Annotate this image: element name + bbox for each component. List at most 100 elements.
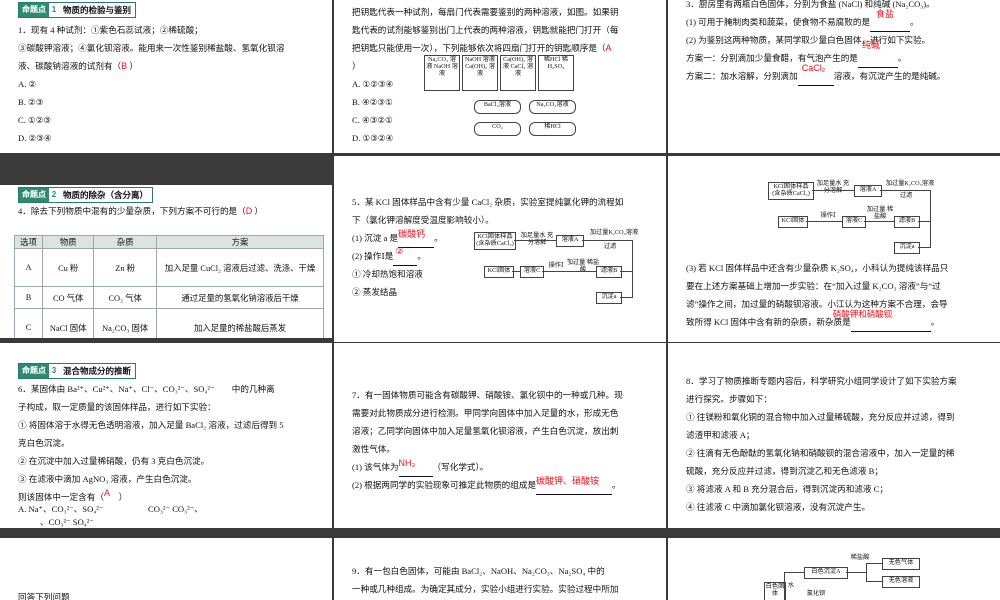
question-text: 液、碳酸钠溶液的试剂有（B ） [18, 61, 138, 71]
flow-arrow [866, 563, 882, 564]
flow-white-solid: 白色固体 [764, 582, 786, 600]
question-text: 致所得 KCl 固体中含有新的杂质，新杂质是 硝酸钾和硝酸钡 。 [686, 309, 939, 332]
flow-sol-b: 滤液B [894, 216, 920, 228]
option: D. ②③④ [18, 133, 52, 143]
key-3: CO₂ [474, 122, 521, 136]
flow-label: 操作Ⅰ [544, 262, 568, 270]
flow-sol-a: 溶液A [854, 185, 882, 197]
flow-sol-c: 溶液C [842, 216, 866, 228]
slide-11: 9．有一包白色固体，可能由 BaCl₂、NaOH、Na₂CO₃、Na₂SO₄ 中… [334, 538, 666, 600]
flow-arrow [918, 221, 930, 222]
option: A. ② [18, 79, 37, 89]
question-text: 激性气体。 [352, 444, 395, 454]
option: ② 蒸发结晶 [352, 287, 398, 297]
question-text: 3．厨房里有两瓶白色固体，分别为食盐 (NaCl) 和纯碱 (Na₂CO₃)。 [686, 0, 935, 9]
question-text: 溶液；乙同学向固体中加入足量氢氧化钡溶液，产生白色沉淀，放出刺 [352, 426, 619, 436]
flow-gas: 无色气体 [882, 558, 920, 570]
question-text: 方案一：分别滴加少量食醋，有气泡产生的是 纯碱 。 [686, 40, 907, 68]
question-text: 7．有一固体物质可能含有碳酸钾、硝酸铵、氯化钡中的一种或几种。现 [352, 390, 623, 400]
option-table: 选项 物质 杂质 方案 A Cu 粉 Zn 粉加入足量 CuCl₂ 溶液后过滤、洗涤、干燥… [13, 235, 324, 338]
topic-tag: 命题点 3 混合物成分的推断 [18, 363, 137, 379]
question-text: 9．有一包白色固体，可能由 BaCl₂、NaOH、Na₂CO₃、Na₂SO₄ 中… [352, 566, 605, 576]
key-1: BaCl₂溶液 [474, 100, 521, 114]
flow-label: 操作Ⅰ [816, 212, 840, 220]
slide-8: 7．有一固体物质可能含有碳酸钾、硝酸铵、氯化钡中的一种或几种。现 需要对此物质成… [334, 343, 666, 528]
flow-arrow [806, 221, 842, 222]
flow-precip: 沉淀a [596, 292, 622, 304]
flow-kcl: KCl固体 [778, 216, 808, 228]
topic-tag: 命题点 2 物质的除杂（含分离） [18, 187, 154, 203]
slide-12: 白色固体 水 白色沉淀A 稀盐酸 无色气体 无色溶液 氯化钡 [668, 538, 1000, 600]
slide-9: 8．学习了物质推断专题内容后，科学研究小组同学设计了如下实验方案 进行探究。步骤… [668, 343, 1000, 528]
answer: ② [395, 246, 404, 256]
question-text: 需要对此物质成分进行检测。甲同学向固体中加入足量的水，形成无色 [352, 408, 619, 418]
door-1: Na₂CO₃ 溶液 NaOH 溶液 [424, 55, 460, 91]
question-text: 克白色沉淀。 [18, 438, 70, 448]
flow-label: 加过量 稀盐酸 [864, 206, 896, 220]
question-text: 8．学习了物质推断专题内容后，科学研究小组同学设计了如下实验方案 [686, 376, 957, 386]
answer: 碳酸钙 [398, 229, 426, 239]
slide-7: 命题点 3 混合物成分的推断 6．某固体由 Ba²⁺、Cu²⁺、Na⁺、Cl⁻、CO… [0, 343, 332, 528]
answer: CaCl₂ [801, 63, 826, 73]
flow-label: 水 [786, 582, 796, 592]
question-text: 硫酸，充分反应并过滤，得到沉淀乙和无色滤液 B； [686, 466, 883, 476]
option: D. ①③②④ [352, 133, 394, 143]
option: C. ①②③ [18, 115, 52, 125]
question-text: 4．除去下列物质中混有的少量杂质，下列方案不可行的是（D ） [18, 206, 264, 216]
answer: 碳酸钾、硝酸铵 [536, 476, 600, 486]
answer: 硝酸钾和硝酸钡 [832, 309, 893, 319]
flow-label: 加足量水 充分溶解 [814, 180, 852, 194]
question-text: 滤”操作之间，加过量的硝酸钡溶液。小江认为这种方案不合理，会导 [686, 299, 948, 309]
flow-arrow [620, 297, 632, 298]
question-text: 6．某固体由 Ba²⁺、Cu²⁺、Na⁺、Cl⁻、CO₃²⁻、SO₄²⁻ 中的几… [18, 384, 275, 394]
slide-5: 5．某 KCl 固体样品中含有少量 CaCl₂ 杂质，实验室提纯氯化钾的流程如 … [334, 156, 666, 342]
flow-arrow [784, 572, 804, 573]
flow-arrow [542, 271, 596, 272]
option: 、CO₃²⁻ SO₄²⁻ [40, 517, 94, 527]
flow-arrow [864, 221, 894, 222]
flow-arrow [512, 271, 520, 272]
question-text: ① 往镁粉和氧化铜的混合物中加入过量稀硫酸，充分反应并过滤，得到 [686, 412, 955, 422]
question-text: (1) 该气体为 NH₃ （写化学式）。 [352, 458, 488, 477]
door-3: Ca(OH)₂ 溶液 CaCl₂ 溶液 [500, 55, 536, 91]
question-text: 要在上述方案基础上增加一步实验：在“加入过量 K₂CO₃ 溶液”与“过 [686, 281, 941, 291]
question-text: 子构成，取一定质量的该固体样品，进行如下实验： [18, 402, 216, 412]
question-text: 匙代表的试剂能够鉴别出门上代表的两种溶液，钥匙就能把门打开（每 [352, 25, 619, 35]
answer: A [103, 488, 110, 498]
flow-arrow [632, 240, 633, 298]
question-text: ② 在沉淀中加入过量稀硝酸，仍有 3 克白色沉淀。 [18, 456, 210, 466]
question-text: ② 往滴有无色酚酞的氢氧化钠和硝酸钡的混合溶液中，加入一定量的稀 [686, 448, 955, 458]
option: B. ②③ [18, 97, 44, 107]
flow-precip-a: 白色沉淀A [804, 567, 848, 579]
question-text: (2) 根据两同学的实验现象可推定此物质的组成是 碳酸钾、硝酸铵 。 [352, 476, 621, 495]
flow-precip: 沉淀a [894, 242, 920, 254]
flow-arrow [930, 190, 931, 248]
answer: B [121, 61, 128, 71]
flow-arrow [784, 572, 785, 600]
answer: A [605, 43, 612, 53]
question-text: ① 将固体溶于水得无色透明溶液，加入足量 BaCl₂ 溶液，过滤后得到 5 [18, 420, 284, 430]
flow-label: 过滤 [892, 192, 920, 200]
key-4: 稀HCl [529, 122, 576, 136]
flow-arrow [846, 572, 866, 573]
question-text: (1) 可用于腌制肉类和蔬菜，使食物不易腐败的是 食盐 。 [686, 9, 919, 32]
slide-4: 命题点 2 物质的除杂（含分离） 4．除去下列物质中混有的少量杂质，下列方案不可行的… [0, 185, 332, 338]
flow-arrow [514, 240, 556, 241]
question-text: ③碳酸钾溶液；④氯化钡溶液。能用来一次性鉴别稀盐酸、氢氧化钡溶 [18, 43, 285, 53]
flow-sample: KCl固体样品 (含杂质CaCl₂) [768, 182, 814, 200]
question-text: 滤渣甲和滤液 A； [686, 430, 755, 440]
option: B. ④②③① [352, 97, 393, 107]
flow-label: 氯化钡 [804, 590, 828, 600]
flow-sol: 无色溶液 [882, 576, 920, 588]
answer: 食盐 [876, 9, 895, 19]
question-text: ④ 往滤液 C 中滴加氯化钡溶液，没有沉淀产生。 [686, 502, 871, 512]
flow-sol-a: 溶液A [556, 235, 584, 247]
flow-sample: KCl固体样品 (含杂质CaCl₂) [474, 232, 516, 250]
flow-sol-c: 溶液C [520, 266, 544, 278]
answer: 纯碱 [861, 40, 880, 50]
question-text: 一种或几种组成。为确定其成分，实验小组进行实验。实验过程中所加 [352, 584, 619, 594]
topic-tag: 命题点 1 物质的检验与鉴别 [18, 2, 137, 18]
question-text: 进行探究。步骤如下： [686, 394, 772, 404]
question-text: (2) 操作Ⅰ是 ② 。 [352, 246, 426, 266]
question-text: (2) 为鉴别这两种物质，某同学取少量白色固体，进行如下实验。 [686, 35, 931, 45]
